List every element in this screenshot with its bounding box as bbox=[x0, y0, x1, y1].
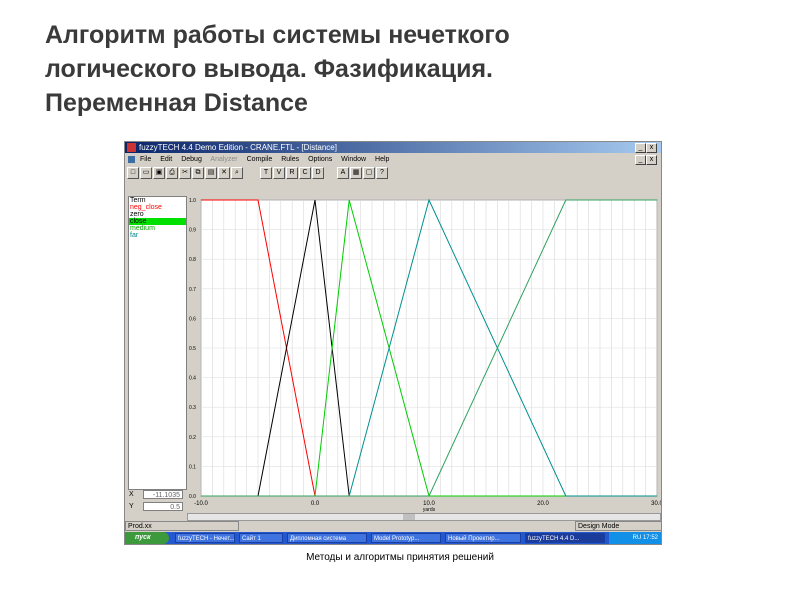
menu-bar: File Edit Debug Analyzer Compile Rules O… bbox=[125, 154, 661, 165]
y-tick-label: 0.1 bbox=[189, 464, 196, 470]
x-coordinate-field[interactable]: -11.1035 bbox=[143, 490, 183, 499]
term-medium[interactable]: medium bbox=[129, 225, 186, 232]
menu-options[interactable]: Options bbox=[308, 156, 332, 163]
y-tick-label: 0.8 bbox=[189, 257, 196, 263]
analyze-icon[interactable]: A bbox=[337, 167, 349, 179]
taskbar-item-4[interactable]: Model Prototyp... bbox=[371, 533, 441, 543]
taskbar-item-1[interactable]: fuzzyTECH - Нечет... bbox=[175, 533, 235, 543]
window-title: fuzzyTECH 4.4 Demo Edition - CRANE.FTL -… bbox=[139, 143, 337, 152]
y-tick-label: 0.0 bbox=[189, 494, 196, 500]
slide-title: Алгоритм работы системы нечеткого логиче… bbox=[45, 18, 745, 120]
start-button[interactable]: пуск bbox=[125, 532, 169, 544]
delete-icon[interactable]: ✕ bbox=[218, 167, 230, 179]
taskbar: пуск fuzzyTECH - Нечет... Сайт 1 Дипломн… bbox=[125, 532, 661, 544]
menu-compile[interactable]: Compile bbox=[247, 156, 273, 163]
var-icon[interactable]: V bbox=[273, 167, 285, 179]
scrollbar-thumb[interactable] bbox=[403, 514, 415, 520]
open-icon[interactable]: ▭ bbox=[140, 167, 152, 179]
close-button[interactable]: x bbox=[646, 143, 657, 153]
x-coordinate: X -11.1035 bbox=[129, 490, 185, 499]
debug-icon[interactable]: D bbox=[312, 167, 324, 179]
window-icon[interactable]: ▢ bbox=[363, 167, 375, 179]
term-zero[interactable]: zero bbox=[129, 211, 186, 218]
save-icon[interactable]: ▣ bbox=[153, 167, 165, 179]
taskbar-item-3[interactable]: Дипломная система bbox=[287, 533, 367, 543]
term-list-header: Term bbox=[130, 197, 146, 204]
y-tick-label: 0.7 bbox=[189, 287, 196, 293]
compile-icon[interactable]: C bbox=[299, 167, 311, 179]
y-tick-label: 0.9 bbox=[189, 228, 196, 234]
window-titlebar[interactable]: fuzzyTECH 4.4 Demo Edition - CRANE.FTL -… bbox=[125, 142, 661, 153]
x-tick-label: 0.0 bbox=[311, 501, 320, 507]
term-icon[interactable]: T bbox=[260, 167, 272, 179]
slide-title-line-1: Алгоритм работы системы нечеткого bbox=[45, 21, 510, 49]
rule-icon[interactable]: R bbox=[286, 167, 298, 179]
y-tick-label: 0.2 bbox=[189, 435, 196, 441]
slide-title-line-3: Переменная Distance bbox=[45, 89, 308, 117]
x-tick-label: -10.0 bbox=[194, 501, 208, 507]
menu-window[interactable]: Window bbox=[341, 156, 366, 163]
slide-footer: Методы и алгоритмы принятия решений bbox=[306, 552, 494, 563]
app-icon bbox=[127, 143, 136, 152]
y-tick-label: 1.0 bbox=[189, 198, 196, 204]
paste-icon[interactable]: ▤ bbox=[205, 167, 217, 179]
menu-analyzer[interactable]: Analyzer bbox=[210, 156, 237, 163]
app-window: fuzzyTECH 4.4 Demo Edition - CRANE.FTL -… bbox=[124, 141, 662, 545]
term-list: Term neg_close zero close medium far bbox=[128, 196, 187, 490]
system-tray-clock: RU 17:52 bbox=[609, 532, 661, 544]
child-close-button[interactable]: x bbox=[646, 155, 657, 165]
x-tick-label: 20.0 bbox=[537, 501, 549, 507]
term-close[interactable]: close bbox=[129, 218, 186, 225]
y-tick-label: 0.5 bbox=[189, 346, 196, 352]
menu-rules[interactable]: Rules bbox=[281, 156, 299, 163]
y-tick-label: 0.6 bbox=[189, 316, 196, 322]
y-tick-label: 0.4 bbox=[189, 376, 196, 382]
horizontal-scrollbar[interactable] bbox=[187, 513, 661, 521]
x-coordinate-label: X bbox=[129, 491, 134, 498]
child-minimize-button[interactable]: _ bbox=[635, 155, 646, 165]
menu-file[interactable]: File bbox=[140, 156, 151, 163]
print-icon[interactable]: ⎙ bbox=[166, 167, 178, 179]
y-tick-label: 0.3 bbox=[189, 405, 196, 411]
menu-edit[interactable]: Edit bbox=[160, 156, 172, 163]
membership-chart[interactable]: 1.00.90.80.70.60.50.40.30.20.10.0-10.0 0.… bbox=[187, 196, 661, 513]
y-coordinate-field[interactable]: 0.5 bbox=[143, 502, 183, 511]
taskbar-item-6[interactable]: fuzzyTECH 4.4 D... bbox=[525, 533, 605, 543]
menu-debug[interactable]: Debug bbox=[181, 156, 202, 163]
membership-plot-area[interactable]: 1.0 0.9 0.8 0.7 0.6 0.5 0.4 0.3 0.2 0.1 0.0 -10.0 0.… bbox=[187, 196, 661, 513]
y-coordinate: Y 0.5 bbox=[129, 502, 185, 511]
status-left: Prod.xx bbox=[125, 521, 239, 531]
status-mode: Design Mode bbox=[575, 521, 661, 531]
x-tick-label: 30.0 bbox=[651, 501, 661, 507]
menu-help[interactable]: Help bbox=[375, 156, 389, 163]
zoom-icon[interactable]: ⌕ bbox=[231, 167, 243, 179]
doc-icon bbox=[128, 155, 135, 163]
taskbar-item-5[interactable]: Новый Проектир... bbox=[445, 533, 521, 543]
toolbar: □ ▭ ▣ ⎙ ✂ ⧉ ▤ ✕ ⌕ T V R C D A ▦ ▢? bbox=[127, 166, 659, 180]
y-coordinate-label: Y bbox=[129, 503, 134, 510]
x-axis-label: yards bbox=[423, 507, 436, 512]
minimize-button[interactable]: _ bbox=[635, 143, 646, 153]
term-neg-close[interactable]: neg_close bbox=[129, 204, 186, 211]
new-icon[interactable]: □ bbox=[127, 167, 139, 179]
chart-icon[interactable]: ▦ bbox=[350, 167, 362, 179]
status-bar: Prod.xx Design Mode bbox=[125, 521, 661, 531]
copy-icon[interactable]: ⧉ bbox=[192, 167, 204, 179]
help-icon[interactable]: ? bbox=[376, 167, 388, 179]
slide-title-line-2: логического вывода. Фазификация. bbox=[45, 55, 493, 83]
term-far[interactable]: far bbox=[129, 232, 186, 239]
taskbar-item-2[interactable]: Сайт 1 bbox=[239, 533, 283, 543]
cut-icon[interactable]: ✂ bbox=[179, 167, 191, 179]
